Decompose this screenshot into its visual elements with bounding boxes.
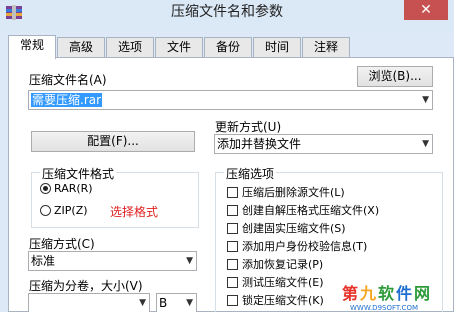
archive-name-label: 压缩文件名(A): [29, 73, 107, 87]
chevron-down-icon[interactable]: ▼: [422, 135, 429, 153]
authenticity-checkbox[interactable]: 添加用户身份校验信息(T): [227, 238, 367, 254]
split-size-select[interactable]: ▼: [28, 293, 150, 312]
svg-text:软: 软: [378, 284, 394, 303]
compression-method-label: 压缩方式(C): [29, 237, 95, 251]
checkbox-label: 创建自解压格式压缩文件(X): [242, 204, 380, 217]
split-volumes-label: 压缩为分卷，大小(V): [29, 279, 143, 293]
solid-checkbox[interactable]: 创建固实压缩文件(S): [227, 220, 346, 236]
rar-radio-label: RAR(R): [54, 182, 93, 195]
close-button[interactable]: ✕: [404, 0, 448, 20]
tab-files[interactable]: 文件: [155, 37, 203, 58]
checkbox-label: 压缩后删除源文件(L): [242, 186, 345, 199]
archive-format-title: 压缩文件格式: [40, 165, 117, 182]
checkbox-icon: [227, 187, 238, 198]
checkbox-icon: [227, 223, 238, 234]
split-unit-value: B: [159, 296, 168, 310]
checkbox-icon: [227, 241, 238, 252]
lock-archive-checkbox[interactable]: 锁定压缩文件(K): [227, 292, 324, 308]
checkbox-label: 测试压缩文件(E): [242, 276, 324, 289]
svg-text:WWW.D9SOFT.COM: WWW.D9SOFT.COM: [350, 304, 418, 312]
archive-format-group: 压缩文件格式 RAR(R) ZIP(Z) 选择格式: [31, 165, 199, 228]
checkbox-icon: [227, 277, 238, 288]
compression-method-value: 标准: [31, 254, 56, 268]
svg-text:网: 网: [414, 284, 430, 303]
chevron-down-icon[interactable]: ▼: [186, 294, 193, 312]
chevron-down-icon[interactable]: ▼: [422, 91, 429, 109]
delete-after-checkbox[interactable]: 压缩后删除源文件(L): [227, 184, 345, 200]
radio-selected-icon: [40, 183, 51, 194]
svg-text:第: 第: [342, 284, 358, 303]
rar-radio[interactable]: RAR(R): [40, 182, 93, 195]
checkbox-label: 锁定压缩文件(K): [242, 294, 324, 307]
update-mode-value: 添加并替换文件: [217, 137, 302, 151]
update-mode-select[interactable]: 添加并替换文件 ▼: [214, 134, 433, 154]
tab-backup[interactable]: 备份: [204, 37, 252, 58]
svg-text:九: 九: [359, 284, 376, 303]
archive-name-combo[interactable]: 需要压缩.rar ▼: [28, 90, 433, 110]
checkbox-icon: [227, 205, 238, 216]
tab-general[interactable]: 常规: [8, 35, 56, 59]
svg-text:件: 件: [396, 284, 412, 303]
general-tab-panel: 压缩文件名(A) 浏览(B)... 需要压缩.rar ▼ 配置(F)... 更新…: [8, 57, 454, 312]
zip-radio[interactable]: ZIP(Z): [40, 204, 88, 217]
title-bar: 压缩文件名和参数 ✕: [0, 0, 454, 32]
checkbox-label: 添加用户身份校验信息(T): [242, 240, 368, 253]
zip-radio-label: ZIP(Z): [54, 204, 88, 217]
browse-button[interactable]: 浏览(B)...: [357, 66, 433, 87]
checkbox-label: 创建固实压缩文件(S): [242, 222, 346, 235]
archive-options-title: 压缩选项: [224, 165, 277, 182]
compression-method-select[interactable]: 标准 ▼: [28, 251, 197, 271]
tab-advanced[interactable]: 高级: [57, 37, 105, 58]
checkbox-label: 添加恢复记录(P): [242, 258, 324, 271]
checkbox-icon: [227, 259, 238, 270]
checkbox-icon: [227, 295, 238, 306]
site-watermark-logo: 第 九 软 件 网 WWW.D9SOFT.COM: [342, 284, 430, 312]
format-annotation: 选择格式: [110, 205, 159, 219]
chevron-down-icon[interactable]: ▼: [139, 294, 146, 312]
test-archive-checkbox[interactable]: 测试压缩文件(E): [227, 274, 324, 290]
radio-empty-icon: [40, 205, 51, 216]
archive-name-value: 需要压缩.rar: [31, 93, 103, 107]
recovery-record-checkbox[interactable]: 添加恢复记录(P): [227, 256, 323, 272]
window-title: 压缩文件名和参数: [171, 4, 283, 20]
tab-options[interactable]: 选项: [106, 37, 154, 58]
sfx-checkbox[interactable]: 创建自解压格式压缩文件(X): [227, 202, 379, 218]
split-unit-select[interactable]: B ▼: [156, 293, 197, 312]
tab-comment[interactable]: 注释: [302, 37, 350, 58]
tab-time[interactable]: 时间: [253, 37, 301, 58]
chevron-down-icon[interactable]: ▼: [186, 252, 193, 270]
update-mode-label: 更新方式(U): [215, 120, 282, 134]
profiles-button[interactable]: 配置(F)...: [31, 131, 195, 152]
